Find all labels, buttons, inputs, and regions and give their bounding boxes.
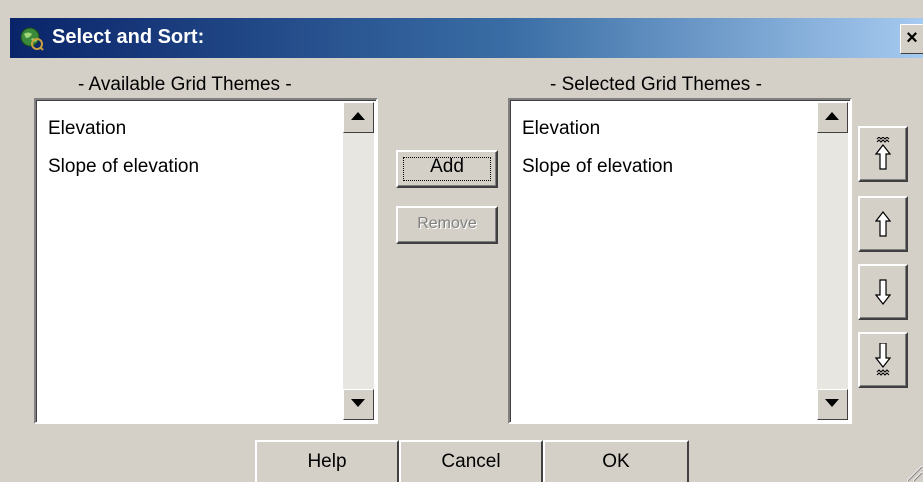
- list-item[interactable]: Elevation: [522, 110, 810, 148]
- cancel-button-label: Cancel: [441, 451, 501, 472]
- scroll-down-arrow-icon: [825, 399, 839, 407]
- scroll-up-arrow-icon: [351, 112, 365, 120]
- close-button[interactable]: ×: [900, 24, 923, 54]
- list-item[interactable]: Slope of elevation: [48, 148, 336, 186]
- move-to-top-button[interactable]: [858, 126, 908, 182]
- move-to-bottom-button[interactable]: [858, 332, 908, 388]
- remove-button-label: Remove: [417, 215, 477, 232]
- move-to-bottom-icon: [875, 343, 891, 376]
- scroll-up-arrow-icon: [825, 112, 839, 120]
- globe-app-icon: [20, 27, 44, 51]
- selected-themes-label: - Selected Grid Themes -: [550, 74, 762, 95]
- available-themes-label: - Available Grid Themes -: [78, 74, 292, 95]
- scroll-up-button[interactable]: [817, 102, 848, 133]
- select-and-sort-dialog: Select and Sort: × - Available Grid Them…: [0, 0, 923, 482]
- cancel-button[interactable]: Cancel: [399, 440, 543, 482]
- available-list-scrollbar[interactable]: [343, 102, 374, 420]
- close-icon: ×: [906, 27, 918, 49]
- resize-grip-icon[interactable]: [901, 460, 923, 482]
- focus-ring: [403, 157, 491, 181]
- selected-themes-list[interactable]: Elevation Slope of elevation: [508, 98, 852, 424]
- remove-button[interactable]: Remove: [396, 206, 498, 244]
- help-button-label: Help: [307, 451, 347, 472]
- move-up-button[interactable]: [858, 196, 908, 252]
- move-up-icon: [875, 211, 891, 237]
- help-button[interactable]: Help: [255, 440, 399, 482]
- ok-button-label: OK: [602, 451, 630, 472]
- window-title: Select and Sort:: [52, 26, 205, 48]
- move-down-icon: [875, 279, 891, 305]
- move-to-top-icon: [875, 137, 891, 170]
- scroll-down-arrow-icon: [351, 399, 365, 407]
- add-button[interactable]: Add: [396, 150, 498, 188]
- title-bar[interactable]: Select and Sort: ×: [10, 18, 923, 58]
- available-themes-list[interactable]: Elevation Slope of elevation: [34, 98, 378, 424]
- selected-list-scrollbar[interactable]: [817, 102, 848, 420]
- scroll-down-button[interactable]: [817, 389, 848, 420]
- list-item[interactable]: Slope of elevation: [522, 148, 810, 186]
- list-item[interactable]: Elevation: [48, 110, 336, 148]
- ok-button[interactable]: OK: [543, 440, 689, 482]
- move-down-button[interactable]: [858, 264, 908, 320]
- scroll-up-button[interactable]: [343, 102, 374, 133]
- scroll-down-button[interactable]: [343, 389, 374, 420]
